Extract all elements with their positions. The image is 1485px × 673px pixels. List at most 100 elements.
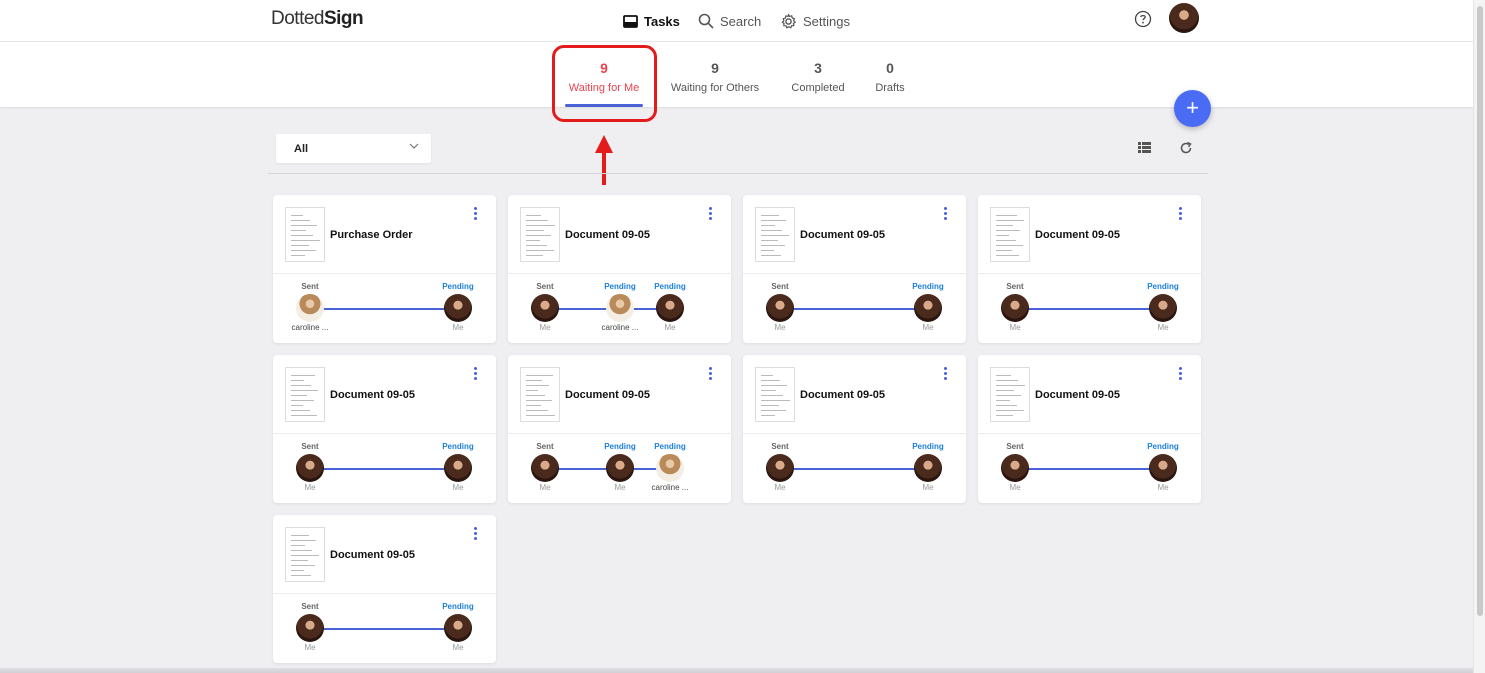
more-options-icon[interactable]: [470, 367, 480, 383]
tab-completed[interactable]: 3 Completed: [786, 60, 850, 94]
tab-count: 3: [814, 60, 822, 76]
document-card[interactable]: Document 09-05 Sent Me Pending Me: [743, 195, 966, 343]
document-title[interactable]: Document 09-05: [800, 389, 885, 401]
nav-tasks[interactable]: Tasks: [623, 0, 680, 42]
more-options-icon[interactable]: [940, 367, 950, 383]
tab-drafts[interactable]: 0 Drafts: [870, 60, 910, 94]
signer-name: Me: [452, 483, 464, 492]
signer-step: Pending caroline ...: [640, 442, 700, 492]
refresh-icon[interactable]: [1179, 141, 1193, 155]
card-divider: [978, 433, 1201, 434]
nav-settings-label: Settings: [803, 13, 850, 29]
search-icon: [698, 13, 714, 29]
document-thumbnail: [755, 207, 795, 262]
signer-status: Sent: [771, 282, 789, 291]
document-title[interactable]: Document 09-05: [800, 229, 885, 241]
document-card[interactable]: Document 09-05 Sent Me Pending Me Pending caro…: [508, 355, 731, 503]
annotation-highlight-box: [552, 45, 657, 122]
document-card[interactable]: Document 09-05 Sent Me Pending Me: [273, 355, 496, 503]
bottom-edge: [0, 668, 1473, 673]
signer-name: Me: [1009, 483, 1021, 492]
more-options-icon[interactable]: [470, 207, 480, 223]
signer-status: Pending: [442, 282, 474, 291]
signer-status: Pending: [912, 442, 944, 451]
document-card[interactable]: Document 09-05 Sent Me Pending Me: [273, 515, 496, 663]
help-icon[interactable]: [1134, 10, 1152, 28]
user-avatar[interactable]: [1169, 3, 1199, 33]
signer-status: Sent: [301, 442, 319, 451]
list-view-icon[interactable]: [1138, 142, 1151, 153]
tab-label: Completed: [791, 82, 845, 94]
app-logo[interactable]: DottedSign: [271, 8, 364, 30]
top-bar: DottedSign Tasks Search Settings: [0, 0, 1473, 42]
signer-avatar: [1149, 454, 1177, 482]
more-options-icon[interactable]: [470, 527, 480, 543]
document-thumbnail: [520, 207, 560, 262]
signer-avatar: [766, 454, 794, 482]
signer-name: Me: [922, 323, 934, 332]
signer-name: caroline ...: [651, 483, 689, 492]
logo-part-bold: Sign: [323, 8, 364, 29]
signer-status: Pending: [442, 602, 474, 611]
document-card[interactable]: Document 09-05 Sent Me Pending caroline ... P…: [508, 195, 731, 343]
document-thumbnail: [285, 207, 325, 262]
signer-status: Sent: [771, 442, 789, 451]
more-options-icon[interactable]: [1175, 207, 1185, 223]
document-card[interactable]: Document 09-05 Sent Me Pending Me: [743, 355, 966, 503]
more-options-icon[interactable]: [1175, 367, 1185, 383]
tab-count: 9: [711, 60, 719, 76]
signer-step: Pending Me: [428, 282, 488, 332]
signer-avatar: [296, 454, 324, 482]
document-title[interactable]: Document 09-05: [1035, 389, 1120, 401]
signer-status: Sent: [536, 442, 554, 451]
signer-step: Sent caroline ...: [280, 282, 340, 332]
signer-step: Sent Me: [750, 282, 810, 332]
document-card[interactable]: Document 09-05 Sent Me Pending Me: [978, 355, 1201, 503]
more-options-icon[interactable]: [705, 367, 715, 383]
document-title[interactable]: Purchase Order: [330, 229, 413, 241]
card-divider: [508, 433, 731, 434]
status-tabs: 9 Waiting for Me 9 Waiting for Others 3 …: [0, 42, 1473, 107]
signer-status: Sent: [1006, 282, 1024, 291]
nav-search[interactable]: Search: [698, 0, 761, 42]
signer-status: Sent: [301, 602, 319, 611]
signer-status: Pending: [654, 282, 686, 291]
inbox-icon: [623, 14, 638, 28]
tab-waiting-for-others[interactable]: 9 Waiting for Others: [665, 60, 765, 94]
tab-label: Waiting for Others: [670, 82, 760, 94]
signer-avatar: [656, 454, 684, 482]
signer-avatar: [606, 454, 634, 482]
tab-label: Drafts: [875, 82, 905, 94]
signer-name: Me: [774, 483, 786, 492]
document-card[interactable]: Document 09-05 Sent Me Pending Me: [978, 195, 1201, 343]
nav-search-label: Search: [720, 13, 762, 29]
document-title[interactable]: Document 09-05: [330, 549, 415, 561]
scrollbar-thumb[interactable]: [1477, 6, 1483, 616]
page-scrollbar[interactable]: [1473, 0, 1485, 673]
card-divider: [508, 273, 731, 274]
signer-avatar: [1149, 294, 1177, 322]
nav-settings[interactable]: Settings: [780, 0, 850, 42]
signer-avatar: [444, 454, 472, 482]
signer-status: Pending: [1147, 282, 1179, 291]
signer-name: Me: [539, 323, 551, 332]
signer-avatar: [766, 294, 794, 322]
document-title[interactable]: Document 09-05: [565, 389, 650, 401]
document-card[interactable]: Purchase Order Sent caroline ... Pending Me: [273, 195, 496, 343]
signer-name: Me: [922, 483, 934, 492]
signer-status: Sent: [1006, 442, 1024, 451]
card-divider: [273, 593, 496, 594]
document-title[interactable]: Document 09-05: [1035, 229, 1120, 241]
signer-step: Sent Me: [515, 442, 575, 492]
more-options-icon[interactable]: [940, 207, 950, 223]
more-options-icon[interactable]: [705, 207, 715, 223]
filter-select[interactable]: All: [276, 134, 431, 163]
document-thumbnail: [755, 367, 795, 422]
signer-step: Pending Me: [640, 282, 700, 332]
document-title[interactable]: Document 09-05: [330, 389, 415, 401]
signer-name: Me: [539, 483, 551, 492]
content-divider: [268, 173, 1208, 174]
signer-status: Pending: [654, 442, 686, 451]
document-title[interactable]: Document 09-05: [565, 229, 650, 241]
add-document-button[interactable]: +: [1174, 90, 1211, 127]
